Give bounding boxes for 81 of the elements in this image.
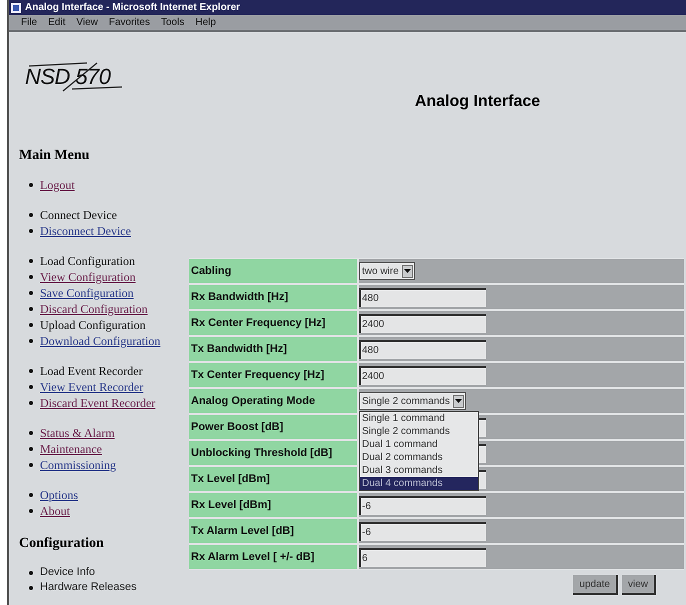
field-label: Rx Alarm Level [ +/- dB] — [191, 550, 314, 565]
input-field[interactable]: 480 — [359, 288, 486, 306]
menu-link[interactable]: About — [40, 505, 70, 517]
input-field[interactable]: 2400 — [359, 366, 486, 384]
menu-link[interactable]: Disconnect Device — [40, 225, 131, 237]
menu-link[interactable]: Download Configuration — [40, 335, 160, 347]
field-label: Tx Bandwidth [Hz] — [191, 342, 287, 357]
field-label: Cabling — [191, 264, 232, 279]
bullet-icon — [29, 431, 33, 435]
field-label: Unblocking Threshold [dB] — [191, 446, 332, 461]
bullet-icon — [29, 493, 33, 497]
field-label: Power Boost [dB] — [191, 420, 284, 435]
main-menu-heading: Main Menu — [19, 149, 90, 163]
dropdown-option[interactable]: Single 2 commands — [360, 425, 478, 438]
menu-entry: Load Configuration — [40, 255, 135, 267]
menu-entry: Load Event Recorder — [40, 365, 143, 377]
menu-link[interactable]: Logout — [40, 179, 75, 191]
dropdown-option[interactable]: Dual 4 commands — [360, 477, 478, 490]
menu-link[interactable]: View Configuration — [40, 271, 136, 283]
dropdown-option[interactable]: Dual 2 commands — [360, 451, 478, 464]
menu-item[interactable]: Help — [195, 18, 216, 28]
bullet-icon — [29, 229, 33, 233]
field-label: Rx Level [dBm] — [191, 498, 272, 513]
bullet-icon — [29, 183, 33, 187]
menu-item[interactable]: File — [21, 18, 38, 28]
menu-link[interactable]: Options — [40, 489, 78, 501]
bullet-icon — [29, 275, 33, 279]
menu-link[interactable]: View Event Recorder — [40, 381, 144, 393]
bullet-icon — [29, 385, 33, 389]
input-field[interactable]: 6 — [359, 548, 486, 566]
field-label: Tx Center Frequency [Hz] — [191, 368, 324, 383]
menu-item[interactable]: View — [76, 18, 98, 28]
bullet-icon — [29, 401, 33, 405]
bullet-icon — [29, 259, 33, 263]
menu-entry: Device Info — [40, 567, 96, 578]
bullet-icon — [29, 586, 33, 590]
bullet-icon — [29, 213, 33, 217]
bullet-icon — [29, 307, 33, 311]
menu-link[interactable]: Commissioning — [40, 459, 116, 471]
field-label: Tx Alarm Level [dB] — [191, 524, 294, 539]
configuration-heading: Configuration — [19, 537, 105, 551]
menu-entry: Upload Configuration — [40, 319, 146, 331]
logo: NSD 570 — [19, 62, 129, 94]
field-label: Rx Bandwidth [Hz] — [191, 290, 288, 305]
form-button[interactable]: view — [622, 575, 656, 595]
dropdown[interactable]: two wire — [359, 262, 415, 280]
menu-link[interactable]: Status & Alarm — [40, 427, 115, 439]
input-field[interactable]: 2400 — [359, 314, 486, 332]
bullet-icon — [29, 291, 33, 295]
menu-entry: Connect Device — [40, 209, 117, 221]
dropdown[interactable]: Single 2 commands — [359, 392, 466, 410]
menu-link[interactable]: Maintenance — [40, 443, 102, 455]
bullet-icon — [29, 463, 33, 467]
page-heading: Analog Interface — [414, 94, 540, 110]
menu-item[interactable]: Edit — [48, 18, 66, 28]
menu-link[interactable]: Discard Configuration — [40, 303, 148, 315]
bullet-icon — [29, 509, 33, 513]
menu-entry: Hardware Releases — [40, 582, 137, 593]
field-label: Rx Center Frequency [Hz] — [191, 316, 326, 331]
menu-link[interactable]: Save Configuration — [40, 287, 134, 299]
window-title: Analog Interface - Microsoft Internet Explorer — [25, 2, 240, 12]
dropdown-option[interactable]: Dual 1 command — [360, 438, 478, 451]
bullet-icon — [29, 339, 33, 343]
input-field[interactable]: -6 — [359, 522, 486, 540]
menu-link[interactable]: Discard Event Recorder — [40, 397, 156, 409]
input-field[interactable]: -6 — [359, 496, 486, 514]
browser-icon — [11, 2, 21, 12]
field-label: Tx Level [dBm] — [191, 472, 270, 487]
bullet-icon — [29, 369, 33, 373]
dropdown-option[interactable]: Single 1 command — [360, 412, 478, 425]
menu-item[interactable]: Favorites — [108, 18, 150, 28]
menu-item[interactable]: Tools — [160, 18, 184, 28]
input-field[interactable]: 480 — [359, 340, 486, 358]
bullet-icon — [29, 447, 33, 451]
field-label: Analog Operating Mode — [191, 394, 316, 409]
form-button[interactable]: update — [573, 575, 618, 595]
bullet-icon — [29, 323, 33, 327]
caret-icon — [452, 394, 464, 408]
caret-icon — [402, 264, 413, 278]
bullet-icon — [29, 570, 33, 574]
dropdown-option[interactable]: Dual 3 commands — [360, 464, 478, 477]
